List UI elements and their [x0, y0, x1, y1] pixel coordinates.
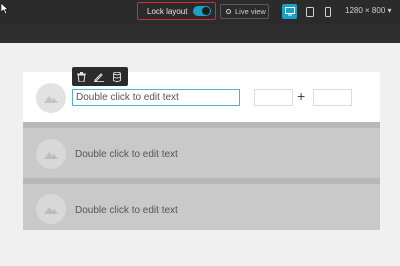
edit-button[interactable]: [90, 67, 108, 86]
row-text[interactable]: Double click to edit text: [75, 205, 178, 216]
image-placeholder[interactable]: [36, 139, 66, 169]
trash-icon: [76, 71, 86, 82]
lock-layout-control[interactable]: Lock layout: [137, 2, 216, 20]
database-icon: [113, 71, 121, 82]
live-view-button[interactable]: Live view: [220, 4, 269, 19]
image-placeholder[interactable]: [36, 83, 66, 113]
mobile-icon: [324, 6, 331, 17]
delete-button[interactable]: [72, 67, 90, 86]
live-view-icon: [226, 9, 231, 14]
input-box-right[interactable]: [313, 89, 352, 106]
element-toolbar: [72, 67, 128, 86]
lock-layout-label: Lock layout: [147, 6, 188, 16]
mobile-view-button[interactable]: [320, 4, 335, 19]
text-edit-field[interactable]: Double click to edit text: [72, 89, 240, 106]
content-row-3[interactable]: Double click to edit text: [23, 184, 380, 230]
input-box-left[interactable]: [254, 89, 293, 106]
desktop-icon: [284, 7, 295, 16]
plus-icon[interactable]: +: [297, 88, 305, 104]
content-row-2[interactable]: Double click to edit text: [23, 128, 380, 178]
top-bar: Lock layout Live view 1280 × 800 ▾: [0, 0, 400, 25]
header-band: [0, 25, 400, 43]
live-view-label: Live view: [235, 7, 266, 16]
mouse-cursor-icon: [1, 3, 9, 14]
image-icon: [44, 96, 58, 103]
row-text[interactable]: Double click to edit text: [75, 149, 178, 160]
lock-layout-toggle[interactable]: [193, 6, 211, 16]
tablet-view-button[interactable]: [302, 4, 317, 19]
page-canvas: Double click to edit text + Double click…: [23, 72, 380, 230]
desktop-view-button[interactable]: [282, 4, 297, 19]
image-icon: [44, 152, 58, 159]
tablet-icon: [305, 6, 314, 17]
resolution-selector[interactable]: 1280 × 800 ▾: [345, 6, 392, 15]
image-placeholder[interactable]: [36, 194, 66, 224]
data-source-button[interactable]: [108, 67, 126, 86]
pencil-icon: [94, 72, 104, 82]
image-icon: [44, 207, 58, 214]
